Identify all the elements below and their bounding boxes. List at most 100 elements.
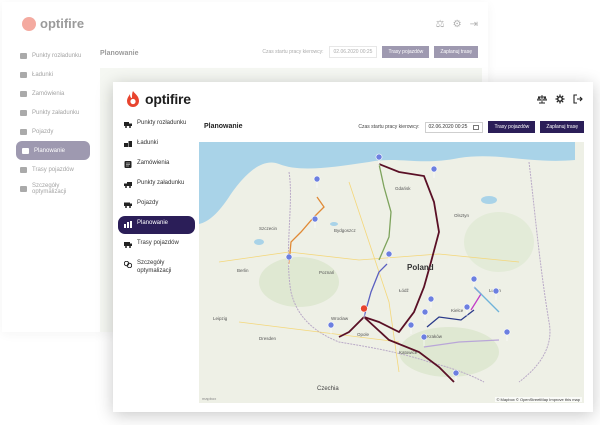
map[interactable]: Gdańsk Szczecin Poznań Łódź Wrocław Opol… xyxy=(199,142,584,403)
sidebar: Punkty rozładunku Ładunki Zamówienia Pun… xyxy=(113,116,199,412)
orders-icon xyxy=(20,90,27,97)
sidebar-item-label: Punkty rozładunku xyxy=(137,120,187,126)
calendar-icon[interactable] xyxy=(473,124,480,130)
sidebar-item-szczegoly-optymalizacji[interactable]: Szczegóły optymalizacji xyxy=(118,256,195,280)
map-city-label: Bydgoszcz xyxy=(334,228,357,233)
back-logout-icon: ⇥ xyxy=(469,19,478,30)
map-marker-icon[interactable] xyxy=(407,321,415,335)
back-sidebar-label: Punkty załadunku xyxy=(32,109,80,116)
vehicle-icon xyxy=(124,202,132,208)
map-marker-icon[interactable] xyxy=(427,295,435,309)
map-city-label: Gdańsk xyxy=(395,186,411,191)
sidebar-item-label: Zamówienia xyxy=(137,160,170,166)
sidebar-item-label: Planowanie xyxy=(137,220,169,226)
vehicle-icon xyxy=(20,128,27,135)
back-sidebar-item: Punkty załadunku xyxy=(2,103,94,122)
main-toolbar-row: Planowanie Czas startu pracy kierowcy: 0… xyxy=(199,116,593,140)
map-city-label: Opole xyxy=(357,332,370,337)
routes-icon xyxy=(20,166,27,173)
back-datetime: 02.06.2020 00:25 xyxy=(328,46,378,58)
back-sidebar-item: Szczegóły optymalizacji xyxy=(2,179,94,198)
sidebar-item-zamowienia[interactable]: Zamówienia xyxy=(118,156,195,174)
map-marker-icon[interactable] xyxy=(421,308,429,322)
sidebar-item-ladunki[interactable]: Ładunki xyxy=(118,136,195,154)
flame-logo-icon xyxy=(127,91,139,107)
back-sidebar: Punkty rozładunku Ładunki Zamówienia Pun… xyxy=(2,46,94,332)
map-marker-icon[interactable] xyxy=(311,215,319,229)
gear-icon[interactable] xyxy=(555,94,565,104)
back-sidebar-item: Punkty rozładunku xyxy=(2,46,94,65)
toolbar: Czas startu pracy kierowcy: 02.06.2020 0… xyxy=(358,121,584,133)
back-gear-icon: ⚙ xyxy=(452,19,462,30)
back-start-label: Czas startu pracy kierowcy: xyxy=(262,49,324,55)
back-sidebar-label: Pojazdy xyxy=(32,128,54,135)
map-marker-icon[interactable] xyxy=(492,287,500,301)
sidebar-item-label: Pojazdy xyxy=(137,200,159,206)
back-logo-text: optifire xyxy=(40,16,85,31)
header-icons xyxy=(537,94,583,104)
map-city-label: Szczecin xyxy=(259,226,278,231)
country-label-poland: Poland xyxy=(407,263,434,272)
details-icon xyxy=(124,261,132,268)
back-sidebar-item: Zamówienia xyxy=(2,84,94,103)
plan-route-button[interactable]: Zaplanuj trasę xyxy=(540,121,584,133)
back-sidebar-label: Zamówienia xyxy=(32,90,65,97)
map-marker-icon[interactable] xyxy=(327,321,335,335)
back-routes-button: Trasy pojazdów xyxy=(382,46,430,58)
cargo-icon xyxy=(20,71,27,78)
scale-icon[interactable] xyxy=(537,94,547,104)
start-time-field[interactable]: 02.06.2020 00:25 xyxy=(424,121,484,133)
logo[interactable]: optifire xyxy=(125,90,191,108)
back-plan-button: Zaplanuj trasę xyxy=(434,46,478,58)
map-city-label: Olsztyn xyxy=(454,213,470,218)
sidebar-item-planowanie[interactable]: Planowanie xyxy=(118,216,195,234)
map-marker-icon[interactable] xyxy=(503,328,511,342)
orders-icon xyxy=(124,161,132,168)
sidebar-item-label: Trasy pojazdów xyxy=(137,240,179,246)
back-sidebar-label: Szczegóły optymalizacji xyxy=(32,182,67,195)
map-city-label: Leipzig xyxy=(213,316,228,321)
map-city-label: Katowice xyxy=(399,350,418,355)
cargo-icon xyxy=(124,141,132,147)
map-city-label: Kielce xyxy=(451,308,464,313)
map-attribution[interactable]: © Mapbox © OpenStreetMap Improve this ma… xyxy=(494,397,582,402)
map-marker-icon[interactable] xyxy=(313,175,321,189)
sidebar-item-punkty-rozladunku[interactable]: Punkty rozładunku xyxy=(118,116,195,134)
back-sidebar-label: Ładunki xyxy=(32,71,54,78)
sidebar-item-trasy-pojazdow[interactable]: Trasy pojazdów xyxy=(118,236,195,254)
vehicle-routes-button[interactable]: Trasy pojazdów xyxy=(488,121,536,133)
logo-text: optifire xyxy=(145,91,191,107)
page-title: Planowanie xyxy=(204,123,243,130)
back-header-icons: ⚖ ⚙ ⇥ xyxy=(436,19,478,30)
map-marker-icon[interactable] xyxy=(470,275,478,289)
map-marker-icon[interactable] xyxy=(385,250,393,264)
sidebar-item-pojazdy[interactable]: Pojazdy xyxy=(118,196,195,214)
planning-icon xyxy=(124,221,132,228)
truck-unload-icon xyxy=(124,122,132,128)
map-city-label: Wrocław xyxy=(331,316,349,321)
sidebar-item-label: Szczegóły optymalizacji xyxy=(137,260,172,274)
back-sidebar-label: Trasy pojazdów xyxy=(32,166,74,173)
map-city-label: Poznań xyxy=(319,270,335,275)
truck-load-icon xyxy=(20,109,27,116)
map-marker-icon[interactable] xyxy=(430,165,438,179)
start-time-label: Czas startu pracy kierowcy: xyxy=(358,124,420,130)
mapbox-logo[interactable]: mapbox xyxy=(202,396,216,401)
map-city-label: Kraków xyxy=(427,334,443,339)
logout-icon[interactable] xyxy=(573,94,583,104)
back-sidebar-item: Trasy pojazdów xyxy=(2,160,94,179)
details-icon xyxy=(20,185,27,192)
sidebar-item-label: Punkty załadunku xyxy=(137,180,185,186)
back-sidebar-label: Punkty rozładunku xyxy=(32,52,82,59)
sidebar-item-punkty-zaladunku[interactable]: Punkty załadunku xyxy=(118,176,195,194)
map-city-label: Łódź xyxy=(399,288,410,293)
map-canvas[interactable]: Gdańsk Szczecin Poznań Łódź Wrocław Opol… xyxy=(199,142,575,403)
back-logo-mark xyxy=(22,16,36,31)
truck-load-icon xyxy=(124,182,132,188)
back-scale-icon: ⚖ xyxy=(435,19,445,30)
sidebar-item-label: Ładunki xyxy=(137,140,159,146)
back-sidebar-item: Ładunki xyxy=(2,65,94,84)
map-city-label: Dresden xyxy=(259,336,277,341)
back-sidebar-item-active: Planowanie xyxy=(16,141,90,160)
map-city-label: Berlin xyxy=(237,268,249,273)
